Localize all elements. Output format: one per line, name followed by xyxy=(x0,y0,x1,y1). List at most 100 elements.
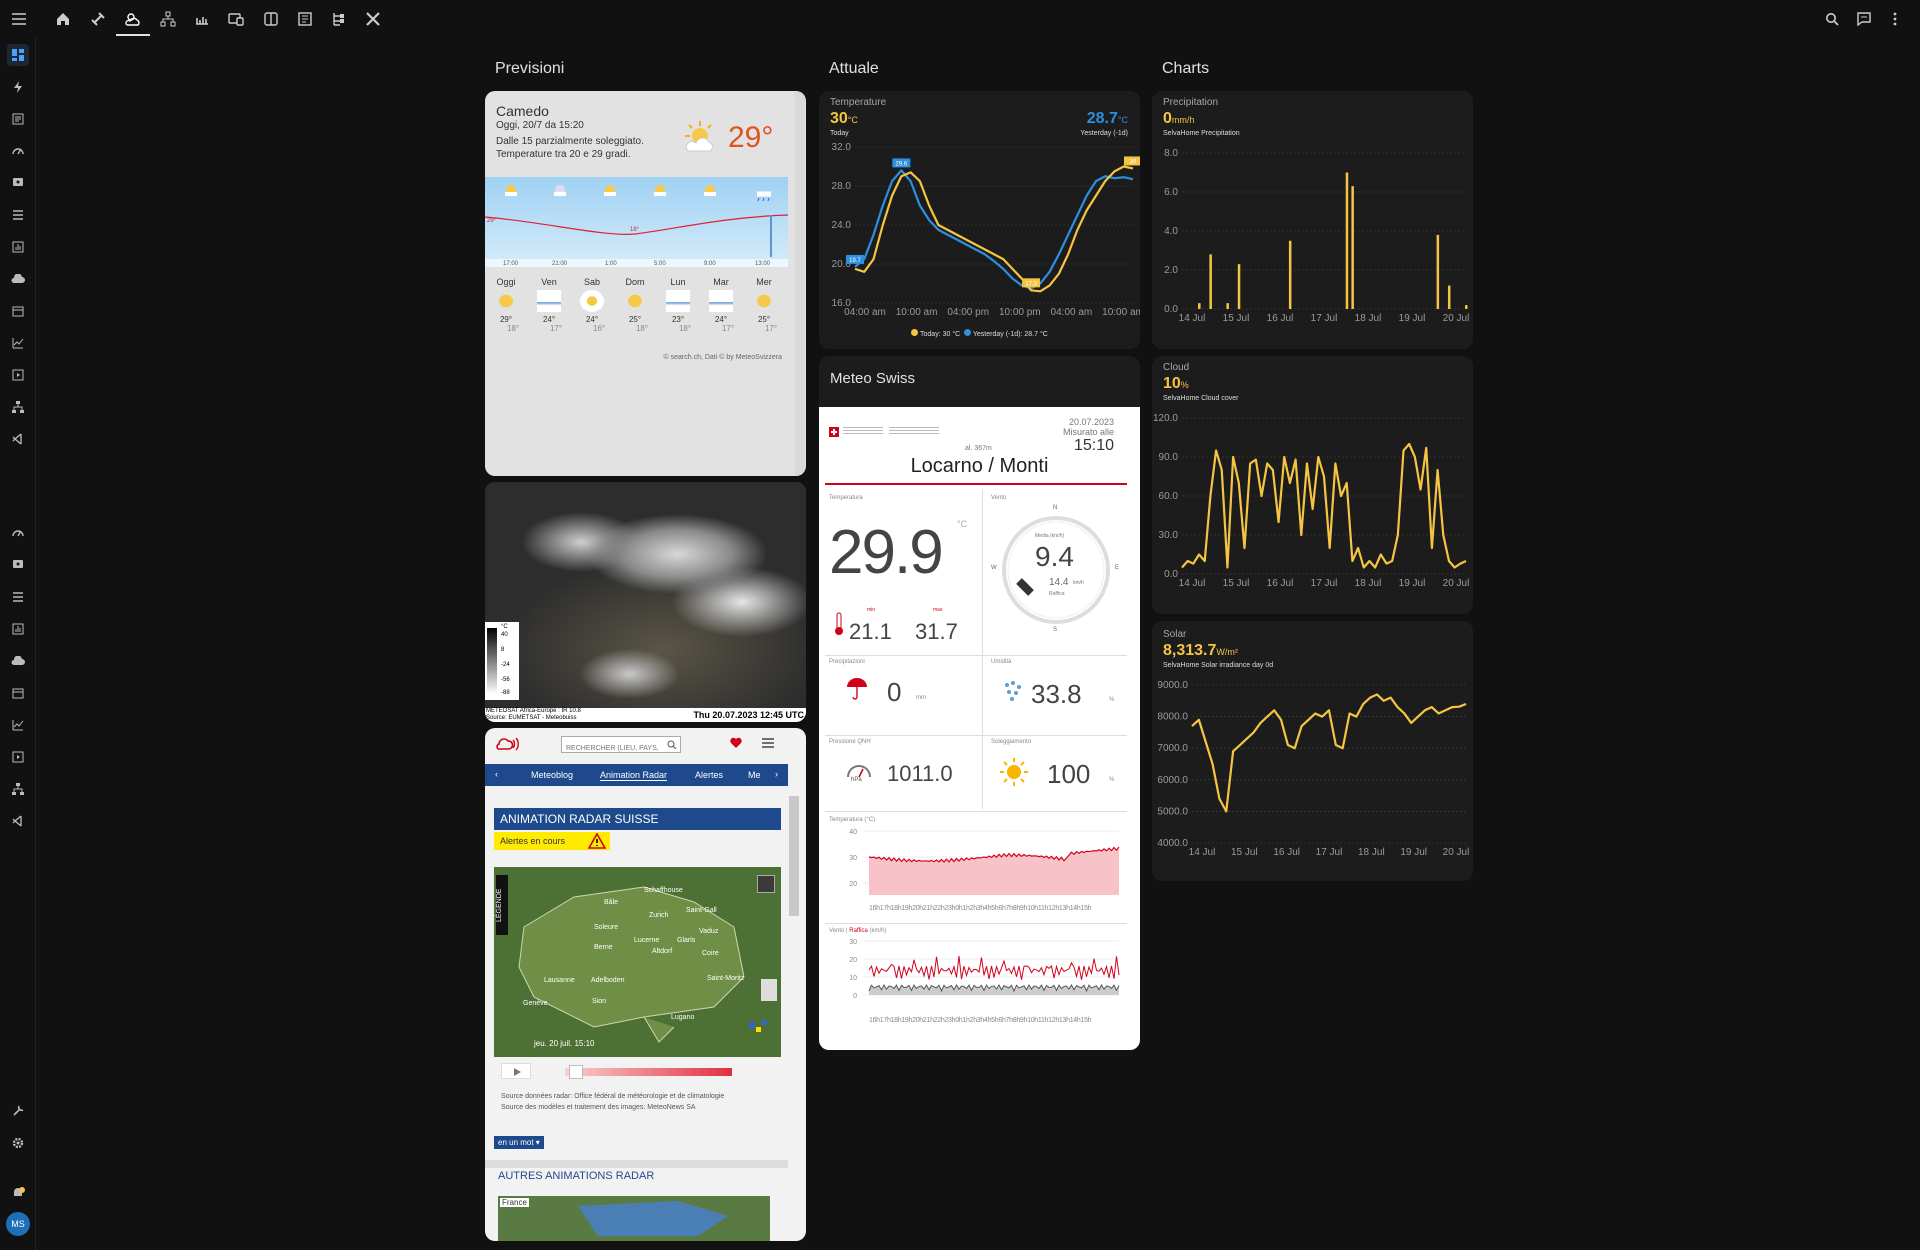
solar-chart[interactable]: 9000.0 8000.0 7000.0 6000.0 5000.0 4000.014 J… xyxy=(1152,675,1473,875)
sidebar-chart-icon[interactable] xyxy=(7,332,29,354)
scrollbar[interactable] xyxy=(795,91,805,476)
chat-icon[interactable] xyxy=(1851,6,1877,32)
sidebar-gauge-icon[interactable] xyxy=(7,140,29,162)
menu-icon[interactable] xyxy=(6,6,32,32)
sidebar-overview-icon[interactable] xyxy=(7,44,29,66)
tab-alertes[interactable]: Alertes xyxy=(695,770,723,780)
plug-icon[interactable] xyxy=(85,6,111,32)
radar-alerts-link[interactable]: Alertes en cours xyxy=(494,832,610,850)
sidebar-vscode-icon-2[interactable] xyxy=(7,810,29,832)
legend-yesterday: Yesterday (-1d): 28.7 °C xyxy=(972,331,1048,338)
hour-label: 17:00 xyxy=(503,261,519,267)
day-column[interactable]: Sab 24° 16° xyxy=(577,277,607,333)
sidebar-gauge-icon-2[interactable] xyxy=(7,522,29,544)
developer-tools-icon[interactable] xyxy=(7,1100,29,1122)
sidebar-person-icon[interactable] xyxy=(7,172,29,194)
notifications-icon[interactable] xyxy=(7,1182,29,1204)
day-column[interactable]: Lun 23° 18° xyxy=(663,277,693,333)
tools-icon[interactable] xyxy=(360,6,386,32)
meteoswiss-wind-chart[interactable]: 30 20 10 0 xyxy=(819,935,1140,1015)
radar-search-field[interactable] xyxy=(562,741,662,756)
day-column[interactable]: Dom 25° 18° xyxy=(620,277,650,333)
day-column[interactable]: Mar 24° 17° xyxy=(706,277,736,333)
meteonews-logo-icon[interactable] xyxy=(495,736,521,752)
radar-source-1: Source données radar: Office fédéral de … xyxy=(501,1093,725,1100)
y-tick-label: 6.0 xyxy=(1164,187,1178,198)
sidebar-calendar-icon-2[interactable] xyxy=(7,682,29,704)
tab-animation-radar[interactable]: Animation Radar xyxy=(600,770,668,781)
sidebar-vscode-icon[interactable] xyxy=(7,428,29,450)
sidebar-person-icon-2[interactable] xyxy=(7,554,29,576)
swiss-flag-icon xyxy=(829,427,839,437)
network-icon[interactable] xyxy=(155,6,181,32)
radar-search-input[interactable] xyxy=(561,736,681,756)
temperature-today-value: 30°C xyxy=(830,110,858,127)
day-column[interactable]: Ven 24° 17° xyxy=(534,277,564,333)
radar-alerts-label: Alertes en cours xyxy=(500,836,566,846)
sidebar-list-icon-2[interactable] xyxy=(7,586,29,608)
hamburger-icon[interactable] xyxy=(761,737,775,749)
media-icon[interactable] xyxy=(223,6,249,32)
chevron-right-icon[interactable]: › xyxy=(775,769,778,779)
precip-section-label: Precipitazioni xyxy=(829,659,865,665)
sidebar-history-icon[interactable] xyxy=(7,236,29,258)
sidebar-logbook-icon[interactable] xyxy=(7,108,29,130)
hourly-hi-mark: 29° xyxy=(487,218,497,224)
panel-icon[interactable] xyxy=(292,6,318,32)
sidebar-media-icon-2[interactable] xyxy=(7,746,29,768)
sidebar-calendar-icon[interactable] xyxy=(7,300,29,322)
chevron-left-icon[interactable]: ‹ xyxy=(495,769,498,779)
wind-gust-label: Raffica xyxy=(1049,591,1065,597)
home-icon[interactable] xyxy=(50,6,76,32)
tab-meteoblog[interactable]: Meteoblog xyxy=(531,770,573,780)
tree-icon[interactable] xyxy=(326,6,352,32)
sidebar-network-icon-2[interactable] xyxy=(7,778,29,800)
fullscreen-icon[interactable] xyxy=(757,875,775,893)
precipitation-card: Precipitation 0mm/h SelvaHome Precipitat… xyxy=(1152,91,1473,349)
favorite-icon[interactable] xyxy=(729,736,743,750)
more-icon[interactable] xyxy=(1882,6,1908,32)
sidebar-chart-icon-2[interactable] xyxy=(7,714,29,736)
day-weather-icon xyxy=(623,290,647,312)
day-column[interactable]: Mer 25° 17° xyxy=(749,277,779,333)
france-radar-thumbnail[interactable]: France xyxy=(498,1196,770,1241)
sidebar-energy-icon[interactable] xyxy=(7,76,29,98)
sidebar-history-icon-2[interactable] xyxy=(7,618,29,640)
satellite-scale: °C 40 8 -24 -56 -88 xyxy=(485,622,519,700)
x-tick-label: 17 Jul xyxy=(1311,578,1338,589)
day-weather-icon xyxy=(537,290,561,312)
radar-legend-toggle[interactable]: LÉGENDE xyxy=(496,875,508,935)
en-un-mot-button[interactable]: en un mot ▾ xyxy=(494,1136,544,1149)
radar-map[interactable]: LÉGENDE Schaffhouse Bâle Zurich Saint-Ga… xyxy=(494,867,781,1057)
sidebar-list-icon[interactable] xyxy=(7,204,29,226)
avatar[interactable]: MS xyxy=(6,1212,30,1236)
y-tick-label: 24.0 xyxy=(832,220,852,231)
sidebar-media-icon[interactable] xyxy=(7,364,29,386)
tablet-icon[interactable] xyxy=(258,6,284,32)
search-icon[interactable] xyxy=(1819,6,1845,32)
precip-bar xyxy=(1345,172,1349,309)
energy-icon[interactable] xyxy=(189,6,215,32)
sidebar-cloud-icon[interactable] xyxy=(7,268,29,290)
x-tick-label: 10:00 am xyxy=(1102,307,1140,318)
precipitation-chart[interactable]: 8.0 6.0 4.0 2.0 0.014 Jul 15 Jul 16 Jul 17 Jul 1… xyxy=(1152,143,1473,343)
radar-timeline[interactable] xyxy=(565,1068,732,1076)
play-button[interactable] xyxy=(501,1063,531,1079)
weather-icon[interactable] xyxy=(120,6,146,32)
day-hi: 24° xyxy=(542,315,556,324)
day-column[interactable]: Oggi 29° 18° xyxy=(491,277,521,333)
humidity-value: 33.8 xyxy=(1031,679,1082,709)
hourly-lo-mark: 18° xyxy=(630,227,640,233)
cloud-chart[interactable]: 120.0 90.0 60.0 30.0 0.014 Jul 15 Jul 16 Jul 17… xyxy=(1152,408,1473,608)
sidebar-network-icon[interactable] xyxy=(7,396,29,418)
meteoswiss-temp-chart[interactable]: 40 30 20 xyxy=(819,825,1140,905)
radar-slider-thumb[interactable] xyxy=(761,979,777,1001)
scrollbar[interactable] xyxy=(789,796,799,916)
x-tick-label: 04:00 pm xyxy=(947,307,989,318)
city-label: Soleure xyxy=(594,924,619,931)
settings-icon[interactable] xyxy=(7,1132,29,1154)
radar-timeline-thumb[interactable] xyxy=(569,1065,583,1079)
temperature-chart[interactable]: 32.028.024.020.016.004:00 am 10:00 am 04:0… xyxy=(819,143,1140,343)
tab-more[interactable]: Me xyxy=(748,770,761,780)
sidebar-cloud-icon-2[interactable] xyxy=(7,650,29,672)
